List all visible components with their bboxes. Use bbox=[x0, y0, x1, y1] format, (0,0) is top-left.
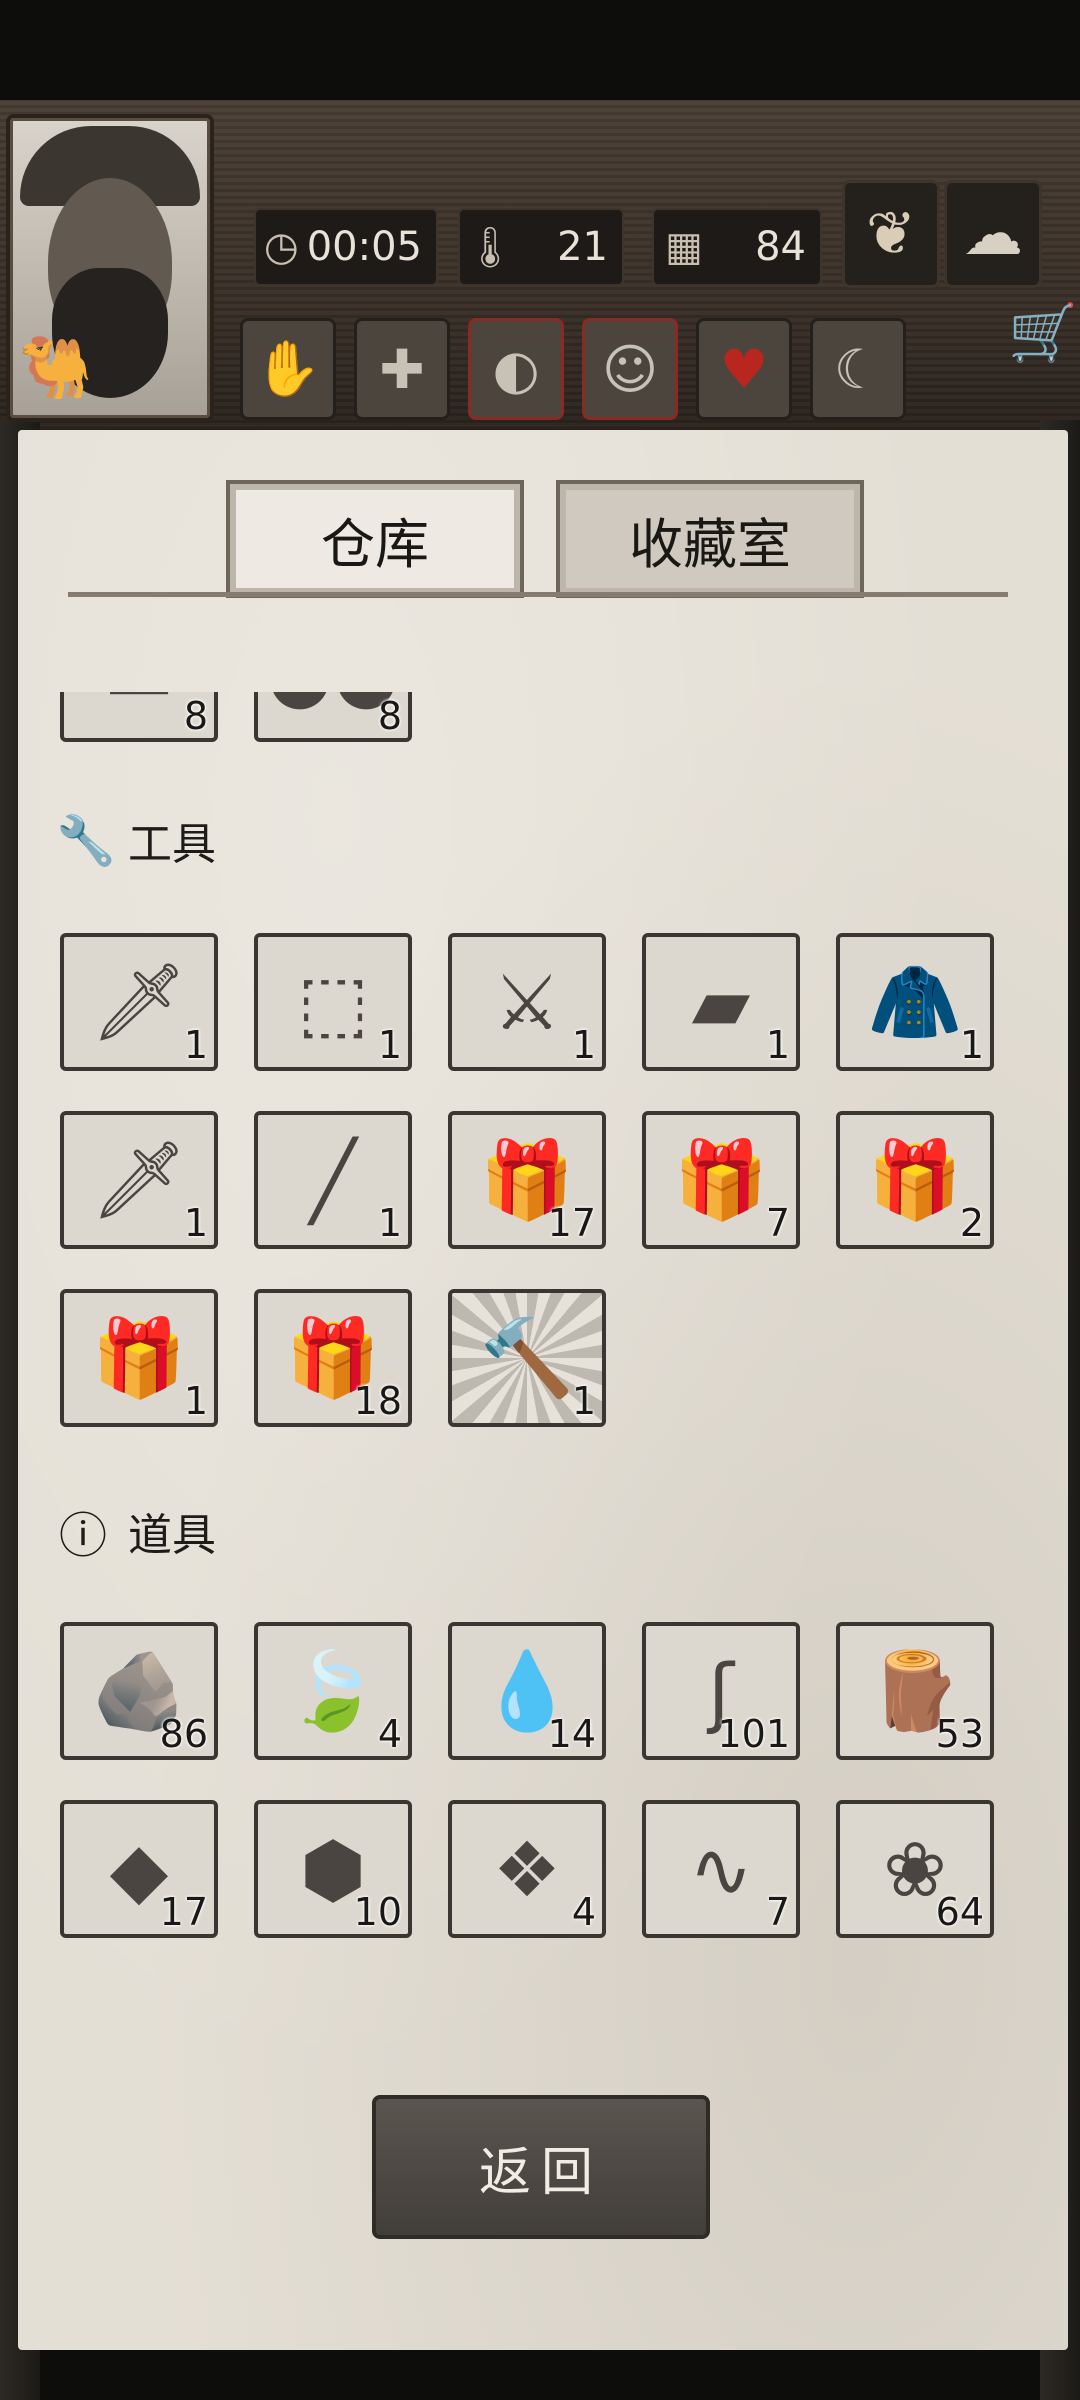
tools-title: 工具 bbox=[128, 819, 216, 870]
item-quantity: 1 bbox=[571, 1023, 596, 1067]
item-quantity: 8 bbox=[377, 694, 402, 738]
item-quantity: 10 bbox=[353, 1890, 402, 1934]
wrench-icon: 🔧 bbox=[56, 812, 116, 869]
item-quantity: 86 bbox=[159, 1712, 208, 1756]
item-quantity: 17 bbox=[547, 1201, 596, 1245]
days-display: ▦ 84 bbox=[652, 208, 822, 286]
thermometer-icon: 🌡 bbox=[464, 224, 516, 271]
inventory-slot[interactable]: ●● 8 bbox=[254, 692, 412, 742]
time-display: ◷ 00:05 bbox=[254, 208, 438, 286]
inventory-slot[interactable]: 🍃 4 bbox=[254, 1622, 412, 1760]
inventory-slot[interactable]: 🪵 53 bbox=[836, 1622, 994, 1760]
return-button[interactable]: 返回 bbox=[372, 2095, 710, 2239]
item-quantity: 1 bbox=[959, 1023, 984, 1067]
inventory-slot[interactable]: ⚔ 1 bbox=[448, 933, 606, 1071]
item-quantity: 7 bbox=[765, 1201, 790, 1245]
inventory-slot[interactable]: 🎁 2 bbox=[836, 1111, 994, 1249]
partial-row: ▭ 8 ●● 8 bbox=[60, 692, 960, 742]
item-quantity: 4 bbox=[571, 1890, 596, 1934]
heart-status[interactable]: ♥ bbox=[696, 318, 792, 420]
item-quantity: 1 bbox=[183, 1379, 208, 1423]
question-icon: ⓘ bbox=[58, 1508, 107, 1564]
calendar-icon: ▦ bbox=[665, 224, 703, 270]
inventory-slot[interactable]: ʃ 101 bbox=[642, 1622, 800, 1760]
tools-section-header: 🔧 工具 bbox=[56, 808, 216, 872]
sleep-status[interactable]: ☾ bbox=[810, 318, 906, 420]
inventory-slot[interactable]: ╱ 1 bbox=[254, 1111, 412, 1249]
inventory-slot[interactable]: ▰ 1 bbox=[642, 933, 800, 1071]
props-section-header: ⓘ 道具 bbox=[56, 1496, 216, 1566]
item-quantity: 7 bbox=[765, 1890, 790, 1934]
inventory-slot[interactable]: 🎁 17 bbox=[448, 1111, 606, 1249]
item-quantity: 1 bbox=[183, 1201, 208, 1245]
time-value: 00:05 bbox=[306, 224, 422, 270]
inventory-slot[interactable]: ⬢ 10 bbox=[254, 1800, 412, 1938]
sprout-icon: ❦ bbox=[865, 199, 917, 269]
tab-warehouse[interactable]: 仓库 bbox=[226, 480, 524, 598]
temperature-display: 🌡 21 bbox=[458, 208, 624, 286]
inventory-slot[interactable]: 🪨 86 bbox=[60, 1622, 218, 1760]
inventory-slot[interactable]: 🗡 1 bbox=[60, 1111, 218, 1249]
item-quantity: 64 bbox=[935, 1890, 984, 1934]
stomach-icon: ◐ bbox=[492, 337, 540, 401]
heart-icon: ♥ bbox=[719, 337, 769, 401]
item-quantity: 18 bbox=[353, 1379, 402, 1423]
tab-divider bbox=[68, 592, 1008, 597]
clock-icon: ◷ bbox=[263, 224, 299, 270]
camel-icon: 🐫 bbox=[18, 333, 93, 403]
character-portrait[interactable]: 🐫 bbox=[6, 114, 214, 422]
item-quantity: 1 bbox=[765, 1023, 790, 1067]
inventory-slot[interactable]: ❖ 4 bbox=[448, 1800, 606, 1938]
item-quantity: 14 bbox=[547, 1712, 596, 1756]
days-value: 84 bbox=[755, 224, 806, 270]
health-status[interactable]: ✚ bbox=[354, 318, 450, 420]
inventory-slot[interactable]: 🔨 1 bbox=[448, 1289, 606, 1427]
hand-status[interactable]: ✋ bbox=[240, 318, 336, 420]
sprout-button[interactable]: ❦ bbox=[842, 180, 940, 288]
moon-icon: ☾ bbox=[833, 337, 883, 401]
inventory-slot[interactable]: 🎁 1 bbox=[60, 1289, 218, 1427]
item-quantity: 1 bbox=[377, 1023, 402, 1067]
inventory-panel: 仓库 收藏室 ▭ 8 ●● 8 🔧 工具 🗡1⬚1⚔1▰1🧥1🗡1╱1🎁17🎁7… bbox=[18, 430, 1068, 2350]
item-quantity: 101 bbox=[717, 1712, 790, 1756]
inventory-slot[interactable]: 🎁 7 bbox=[642, 1111, 800, 1249]
item-quantity: 1 bbox=[571, 1379, 596, 1423]
inventory-slot[interactable]: 🎁 18 bbox=[254, 1289, 412, 1427]
inventory-slot[interactable]: ⬚ 1 bbox=[254, 933, 412, 1071]
inventory-slot[interactable]: ◆ 17 bbox=[60, 1800, 218, 1938]
props-title: 道具 bbox=[128, 1510, 216, 1561]
item-quantity: 1 bbox=[183, 1023, 208, 1067]
inventory-slot[interactable]: ▭ 8 bbox=[60, 692, 218, 742]
item-quantity: 2 bbox=[959, 1201, 984, 1245]
weather-button[interactable]: ☁ bbox=[944, 180, 1042, 288]
item-quantity: 17 bbox=[159, 1890, 208, 1934]
item-quantity: 4 bbox=[377, 1712, 402, 1756]
inventory-slot[interactable]: 🗡 1 bbox=[60, 933, 218, 1071]
cloud-icon: ☁ bbox=[963, 199, 1023, 269]
item-quantity: 53 bbox=[935, 1712, 984, 1756]
mental-status[interactable]: ☺ bbox=[582, 318, 678, 420]
inventory-slot[interactable]: 🧥 1 bbox=[836, 933, 994, 1071]
hand-icon: ✋ bbox=[254, 337, 322, 400]
inventory-slot[interactable]: ❀ 64 bbox=[836, 1800, 994, 1938]
medical-cross-icon: ✚ bbox=[379, 337, 425, 401]
head-icon: ☺ bbox=[601, 337, 659, 401]
shopping-cart-icon[interactable]: 🛒 bbox=[1008, 300, 1078, 366]
hunger-status[interactable]: ◐ bbox=[468, 318, 564, 420]
tab-bar: 仓库 收藏室 bbox=[18, 430, 1068, 600]
inventory-slot[interactable]: ∿ 7 bbox=[642, 1800, 800, 1938]
item-quantity: 1 bbox=[377, 1201, 402, 1245]
temperature-value: 21 bbox=[557, 224, 608, 270]
item-quantity: 8 bbox=[183, 694, 208, 738]
tab-collection[interactable]: 收藏室 bbox=[556, 480, 864, 598]
inventory-slot[interactable]: 💧 14 bbox=[448, 1622, 606, 1760]
